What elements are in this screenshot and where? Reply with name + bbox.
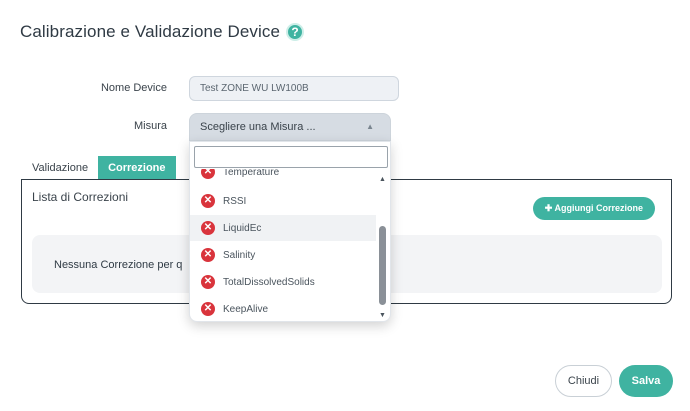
tab-validazione[interactable]: Validazione [22, 156, 98, 180]
misura-select-value: Scegliere una Misura ... [200, 121, 316, 133]
dropdown-option-label: RSSI [223, 195, 247, 207]
dropdown-search-input[interactable] [194, 146, 388, 168]
empty-state-text: Nessuna Correzione per q [54, 259, 183, 271]
dropdown-option-label: KeepAlive [223, 303, 269, 315]
scroll-up-icon[interactable]: ▲ [379, 176, 386, 183]
error-x-icon: ✕ [201, 248, 215, 262]
dropdown-list: ✕ Temperature ✕ RSSI ✕ LiquidEc ✕ Salini… [190, 169, 376, 321]
panel-title: Lista di Correzioni [32, 190, 129, 204]
misura-dropdown: ✕ Temperature ✕ RSSI ✕ LiquidEc ✕ Salini… [189, 141, 391, 322]
dropdown-option[interactable]: ✕ TotalDissolvedSolids [190, 269, 376, 295]
dropdown-option[interactable]: ✕ RSSI [190, 188, 376, 214]
misura-select[interactable]: Scegliere una Misura ... ▲ [189, 113, 391, 141]
error-x-icon: ✕ [201, 169, 215, 179]
dropdown-option-label: TotalDissolvedSolids [223, 276, 315, 288]
tab-bar: Validazione Correzione [22, 156, 176, 180]
dropdown-option-label: Salinity [223, 249, 256, 261]
dropdown-scrollbar[interactable]: ▲ ▼ [378, 172, 388, 319]
scrollbar-thumb[interactable] [379, 226, 386, 305]
modal-title-text: Calibrazione e Validazione Device [20, 22, 281, 41]
dropdown-option[interactable]: ✕ KeepAlive [190, 296, 376, 321]
dropdown-option[interactable]: ✕ Temperature [190, 169, 376, 185]
modal-title: Calibrazione e Validazione Device ? [20, 22, 305, 42]
dropdown-option[interactable]: ✕ Salinity [190, 242, 376, 268]
save-button[interactable]: Salva [619, 365, 673, 397]
error-x-icon: ✕ [201, 194, 215, 208]
dropdown-option[interactable]: ✕ LiquidEc [190, 215, 376, 241]
scroll-down-icon[interactable]: ▼ [379, 312, 386, 319]
misura-label: Misura [133, 120, 167, 132]
error-x-icon: ✕ [201, 275, 215, 289]
dropdown-option-label: Temperature [223, 169, 280, 178]
nome-device-label: Nome Device [100, 82, 167, 94]
close-button[interactable]: Chiudi [555, 365, 612, 397]
error-x-icon: ✕ [201, 221, 215, 235]
tab-correzione[interactable]: Correzione [98, 156, 176, 180]
help-icon[interactable]: ? [286, 23, 305, 41]
error-x-icon: ✕ [201, 302, 215, 316]
caret-up-icon: ▲ [366, 122, 374, 131]
dropdown-option-label: LiquidEc [223, 222, 262, 234]
nome-device-input[interactable]: Test ZONE WU LW100B [189, 76, 399, 101]
add-correction-button[interactable]: ✚ Aggiungi Correzione [532, 197, 655, 220]
